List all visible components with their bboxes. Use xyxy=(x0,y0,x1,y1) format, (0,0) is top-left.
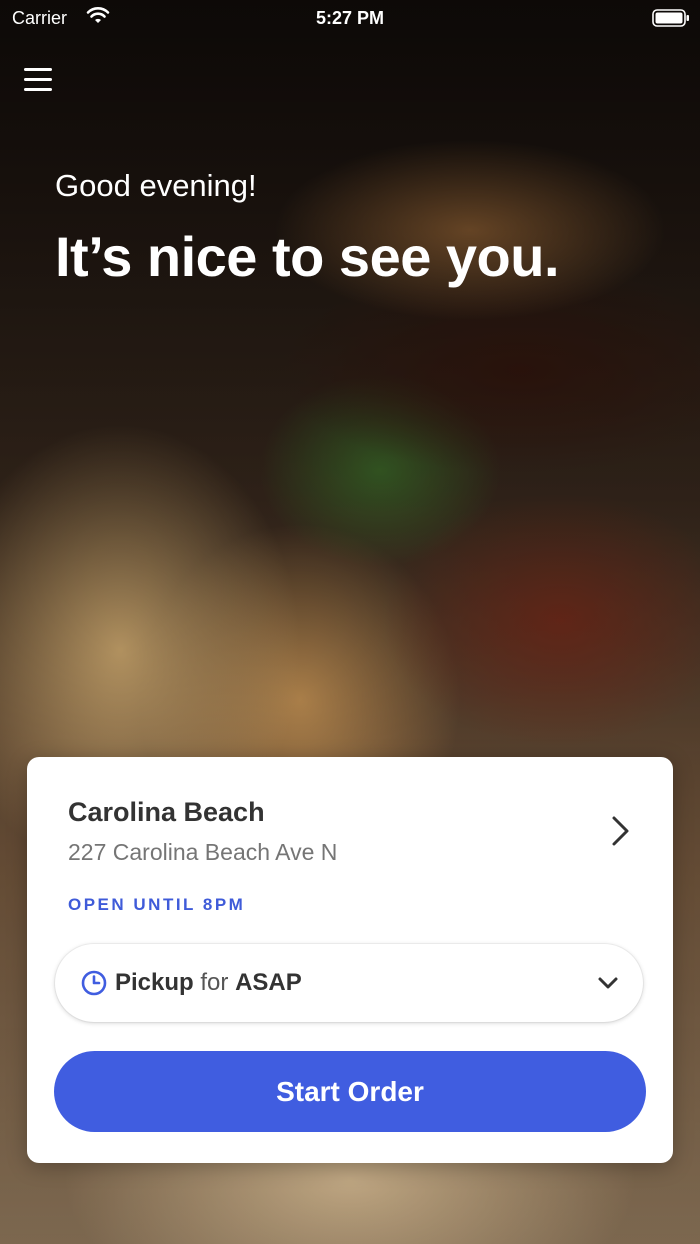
chevron-right-icon xyxy=(609,815,633,847)
status-bar: Carrier 5:27 PM xyxy=(0,0,700,40)
headline-text: It’s nice to see you. xyxy=(55,225,560,288)
menu-icon-line xyxy=(24,77,52,81)
hours-status: OPEN UNTIL 8PM xyxy=(68,895,246,914)
menu-icon-line xyxy=(24,87,52,91)
status-time: 5:27 PM xyxy=(315,8,385,28)
menu-icon-line xyxy=(24,67,52,71)
battery-icon xyxy=(652,9,690,27)
menu-icon[interactable] xyxy=(24,62,58,96)
greeting-text: Good evening! xyxy=(55,168,257,203)
order-mode-time: ASAP xyxy=(235,969,302,996)
order-mode-text: Pickup for ASAP xyxy=(115,969,302,997)
location-card: Carolina Beach 227 Carolina Beach Ave N … xyxy=(27,757,673,1163)
location-name: Carolina Beach xyxy=(68,797,265,827)
location-address: 227 Carolina Beach Ave N xyxy=(68,839,338,865)
start-order-button[interactable]: Start Order xyxy=(54,1051,646,1132)
order-mode-select[interactable]: Pickup for ASAP xyxy=(55,944,643,1022)
order-mode-type: Pickup xyxy=(115,969,194,996)
order-mode-connector: for xyxy=(200,969,229,996)
location-details-link[interactable]: Carolina Beach 227 Carolina Beach Ave N xyxy=(27,757,673,867)
chevron-down-icon xyxy=(597,976,619,990)
clock-icon xyxy=(81,970,107,996)
